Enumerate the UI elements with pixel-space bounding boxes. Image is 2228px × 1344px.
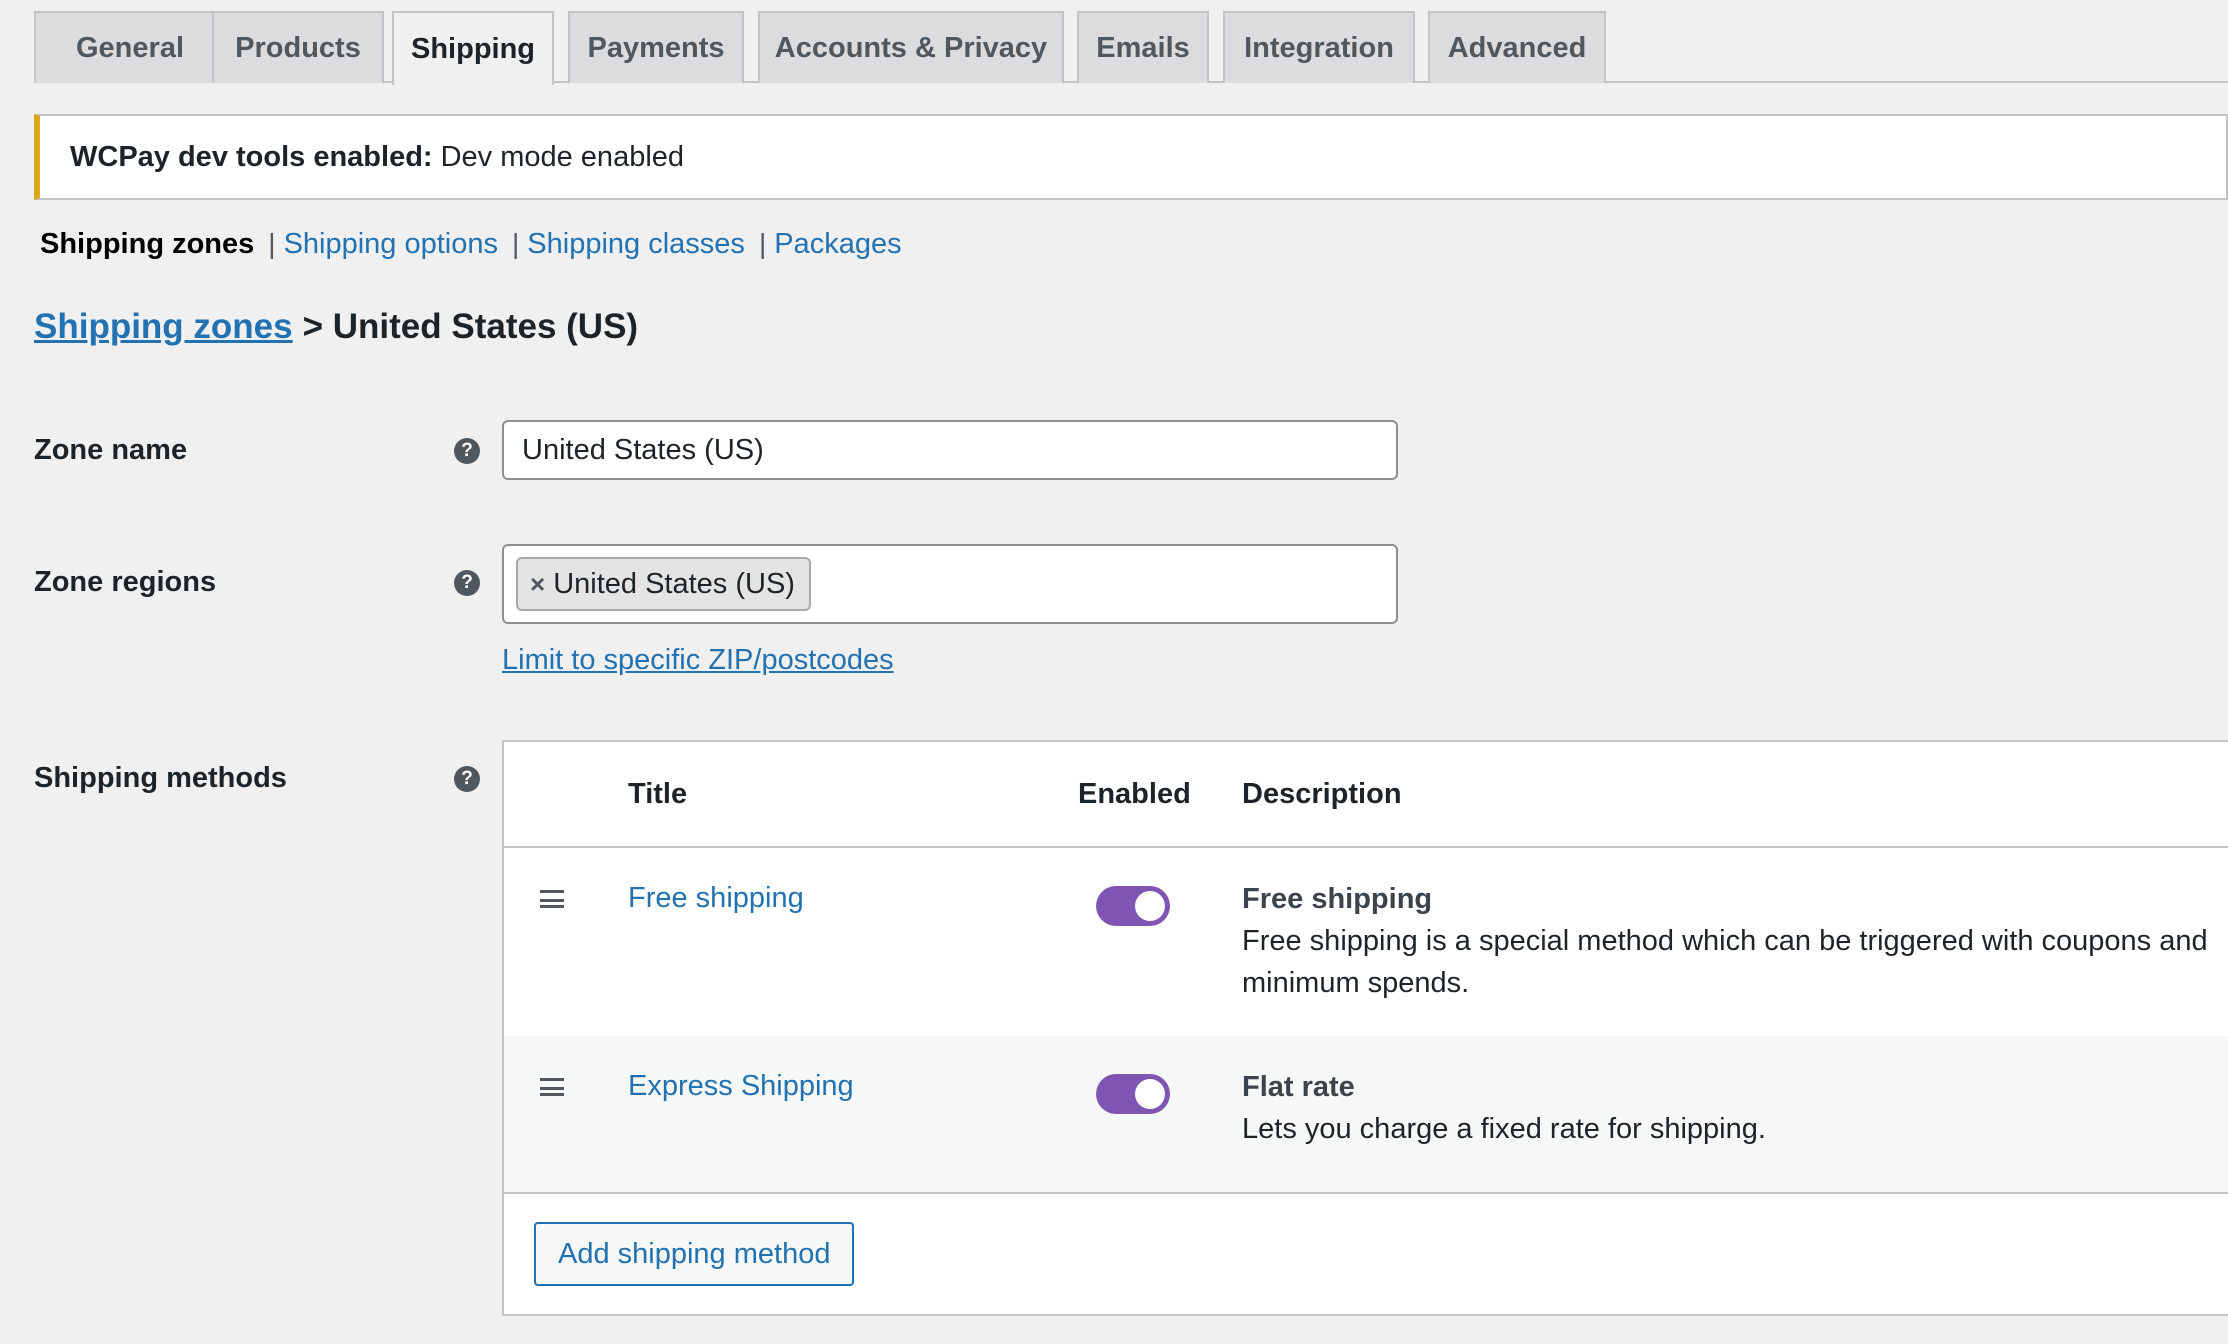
zone-regions-select[interactable]: × United States (US) <box>502 544 1398 624</box>
add-shipping-method-button[interactable]: Add shipping method <box>534 1222 855 1286</box>
subnav-separator: | <box>512 228 520 259</box>
zone-name-input[interactable] <box>502 420 1398 480</box>
breadcrumb-current: > United States (US) <box>302 307 639 346</box>
method-enabled-toggle[interactable] <box>1096 886 1170 926</box>
help-circle-icon[interactable]: ? <box>454 570 480 596</box>
shipping-methods-table: Title Enabled Description Free shipping … <box>502 740 2228 1316</box>
method-description-title: Flat rate <box>1242 1071 1355 1103</box>
page-title: Shipping zones > United States (US) <box>34 302 638 352</box>
tab-products[interactable]: Products <box>212 11 384 83</box>
help-circle-icon[interactable]: ? <box>454 766 480 792</box>
tab-integration[interactable]: Integration <box>1223 11 1415 83</box>
subnav-shipping-zones[interactable]: Shipping zones <box>40 228 254 261</box>
limit-postcodes-link[interactable]: Limit to specific ZIP/postcodes <box>502 644 894 677</box>
tab-advanced[interactable]: Advanced <box>1428 11 1606 83</box>
method-description-text: Free shipping is a special method which … <box>1242 925 2208 999</box>
breadcrumb-shipping-zones-link[interactable]: Shipping zones <box>34 307 293 347</box>
table-row: Free shipping Free shipping Free shippin… <box>504 848 2228 1036</box>
method-description-title: Free shipping <box>1242 883 1433 915</box>
region-chip-label: United States (US) <box>553 567 795 600</box>
subnav-shipping-options[interactable]: Shipping options <box>284 228 498 261</box>
zone-name-label: Zone name <box>34 434 188 466</box>
notice-title: WCPay dev tools enabled: <box>70 140 433 173</box>
shipping-settings-page: General Products Shipping Payments Accou… <box>0 0 2228 1344</box>
drag-handle-icon[interactable] <box>540 1078 564 1096</box>
method-description-text: Lets you charge a fixed rate for shippin… <box>1242 1113 1766 1145</box>
tab-payments[interactable]: Payments <box>568 11 744 83</box>
table-row: Express Shipping Flat rate Lets you char… <box>504 1036 2228 1194</box>
subnav-packages[interactable]: Packages <box>774 228 901 261</box>
subnav-shipping-classes[interactable]: Shipping classes <box>527 228 745 261</box>
method-title-link[interactable]: Free shipping <box>628 882 804 915</box>
settings-tabs: General Products Shipping Payments Accou… <box>34 11 2228 85</box>
column-enabled-header: Enabled <box>1078 778 1191 810</box>
dev-tools-notice: WCPay dev tools enabled: Dev mode enable… <box>34 114 2228 200</box>
region-chip: × United States (US) <box>516 557 811 611</box>
table-header: Title Enabled Description <box>504 742 2228 848</box>
shipping-subnav: Shipping zones | Shipping options | Ship… <box>40 222 902 266</box>
subnav-separator: | <box>758 228 767 259</box>
drag-handle-icon[interactable] <box>540 890 564 908</box>
chip-remove-icon[interactable]: × <box>530 569 545 600</box>
tab-accounts-privacy[interactable]: Accounts & Privacy <box>758 11 1064 83</box>
zone-regions-label: Zone regions <box>34 566 217 598</box>
notice-message: Dev mode enabled <box>440 140 685 173</box>
column-title-header: Title <box>628 778 688 810</box>
subnav-separator: | <box>268 228 276 259</box>
method-description: Flat rate Lets you charge a fixed rate f… <box>1242 1066 2220 1150</box>
tab-general[interactable]: General <box>34 11 226 83</box>
help-circle-icon[interactable]: ? <box>454 438 480 464</box>
toggle-knob <box>1135 1079 1165 1109</box>
shipping-methods-label: Shipping methods <box>34 762 287 794</box>
toggle-knob <box>1135 891 1165 921</box>
column-description-header: Description <box>1242 778 1402 810</box>
tab-emails[interactable]: Emails <box>1077 11 1209 83</box>
method-enabled-toggle[interactable] <box>1096 1074 1170 1114</box>
tab-shipping[interactable]: Shipping <box>392 11 554 85</box>
method-description: Free shipping Free shipping is a special… <box>1242 878 2220 1004</box>
method-title-link[interactable]: Express Shipping <box>628 1070 854 1103</box>
